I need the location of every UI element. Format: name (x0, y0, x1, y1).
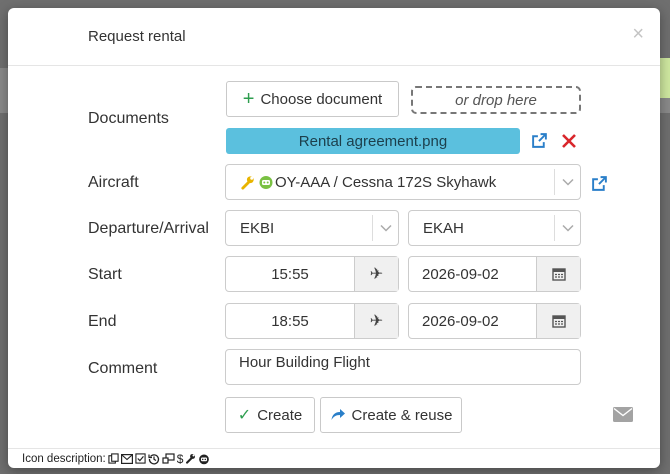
plus-icon: + (242, 88, 255, 110)
calendar-icon (551, 268, 566, 281)
aircraft-label: Aircraft (88, 174, 139, 191)
document-file-chip[interactable]: Rental agreement.png (226, 128, 520, 154)
drop-zone[interactable]: or drop here (411, 86, 581, 114)
departure-dropdown-arrow[interactable] (372, 215, 398, 241)
start-date-input[interactable]: 2026-09-02 (408, 256, 581, 292)
chevron-down-icon (561, 178, 574, 186)
chevron-down-icon (379, 224, 392, 232)
airplane-icon: ✈ (369, 266, 384, 283)
start-time-input[interactable]: 15:55 ✈ (225, 256, 399, 292)
comment-value: Hour Building Flight (239, 354, 370, 371)
create-button[interactable]: ✓ Create (225, 397, 315, 433)
start-calendar-button[interactable] (536, 257, 580, 291)
wrench-icon (186, 453, 196, 464)
request-rental-modal: Request rental × Documents + Choose docu… (8, 8, 660, 468)
envelope-icon (120, 453, 133, 464)
history-icon (148, 453, 159, 464)
modal-header: Request rental × (8, 8, 660, 66)
choose-document-button[interactable]: + Choose document (226, 81, 399, 117)
close-icon[interactable]: × (632, 24, 644, 44)
aircraft-select[interactable]: OY-AAA / Cessna 172S Skyhawk (225, 164, 581, 200)
create-reuse-label: Create & reuse (351, 406, 453, 424)
start-departure-button[interactable]: ✈ (354, 257, 398, 291)
robot-icon (259, 176, 273, 189)
aircraft-dropdown-arrow[interactable] (554, 169, 580, 195)
icon-description-footer: Icon description: $ (8, 448, 660, 468)
share-icon (331, 409, 345, 420)
comment-label: Comment (88, 360, 158, 377)
create-reuse-button[interactable]: Create & reuse (320, 397, 462, 433)
arrival-select[interactable]: EKAH (408, 210, 581, 246)
open-aircraft-icon[interactable] (591, 175, 608, 192)
chevron-down-icon (561, 224, 574, 232)
check-square-icon (135, 453, 146, 464)
end-time-input[interactable]: 18:55 ✈ (225, 303, 399, 339)
robot-icon (199, 454, 210, 464)
comment-textarea[interactable]: Hour Building Flight (225, 349, 581, 385)
icon-description-label: Icon description: (22, 452, 106, 465)
calendar-icon (551, 315, 566, 328)
documents-label: Documents (88, 110, 169, 127)
end-date-input[interactable]: 2026-09-02 (408, 303, 581, 339)
start-label: Start (88, 266, 122, 283)
departure-arrival-label: Departure/Arrival (88, 220, 209, 237)
wrench-icon (241, 175, 254, 190)
airplane-icon: ✈ (369, 313, 384, 330)
end-label: End (88, 313, 117, 330)
end-calendar-button[interactable] (536, 304, 580, 338)
remove-document-icon[interactable] (561, 133, 577, 149)
transfer-icon (162, 453, 175, 464)
arrival-value: EKAH (423, 219, 464, 237)
modal-title: Request rental (88, 28, 186, 45)
departure-select[interactable]: EKBI (225, 210, 399, 246)
choose-document-label: Choose document (260, 90, 383, 108)
departure-value: EKBI (240, 219, 275, 237)
end-arrival-button[interactable]: ✈ (354, 304, 398, 338)
start-date-value: 2026-09-02 (422, 265, 499, 283)
arrival-dropdown-arrow[interactable] (554, 215, 580, 241)
dollar-icon: $ (176, 451, 184, 466)
end-date-value: 2026-09-02 (422, 312, 499, 330)
create-label: Create (257, 406, 303, 424)
open-document-icon[interactable] (531, 132, 548, 149)
start-time-value: 15:55 (271, 265, 309, 283)
aircraft-value: OY-AAA / Cessna 172S Skyhawk (275, 173, 497, 191)
end-time-value: 18:55 (271, 312, 309, 330)
copy-icon (108, 453, 119, 464)
envelope-icon[interactable] (613, 407, 633, 422)
check-icon: ✓ (237, 407, 252, 424)
